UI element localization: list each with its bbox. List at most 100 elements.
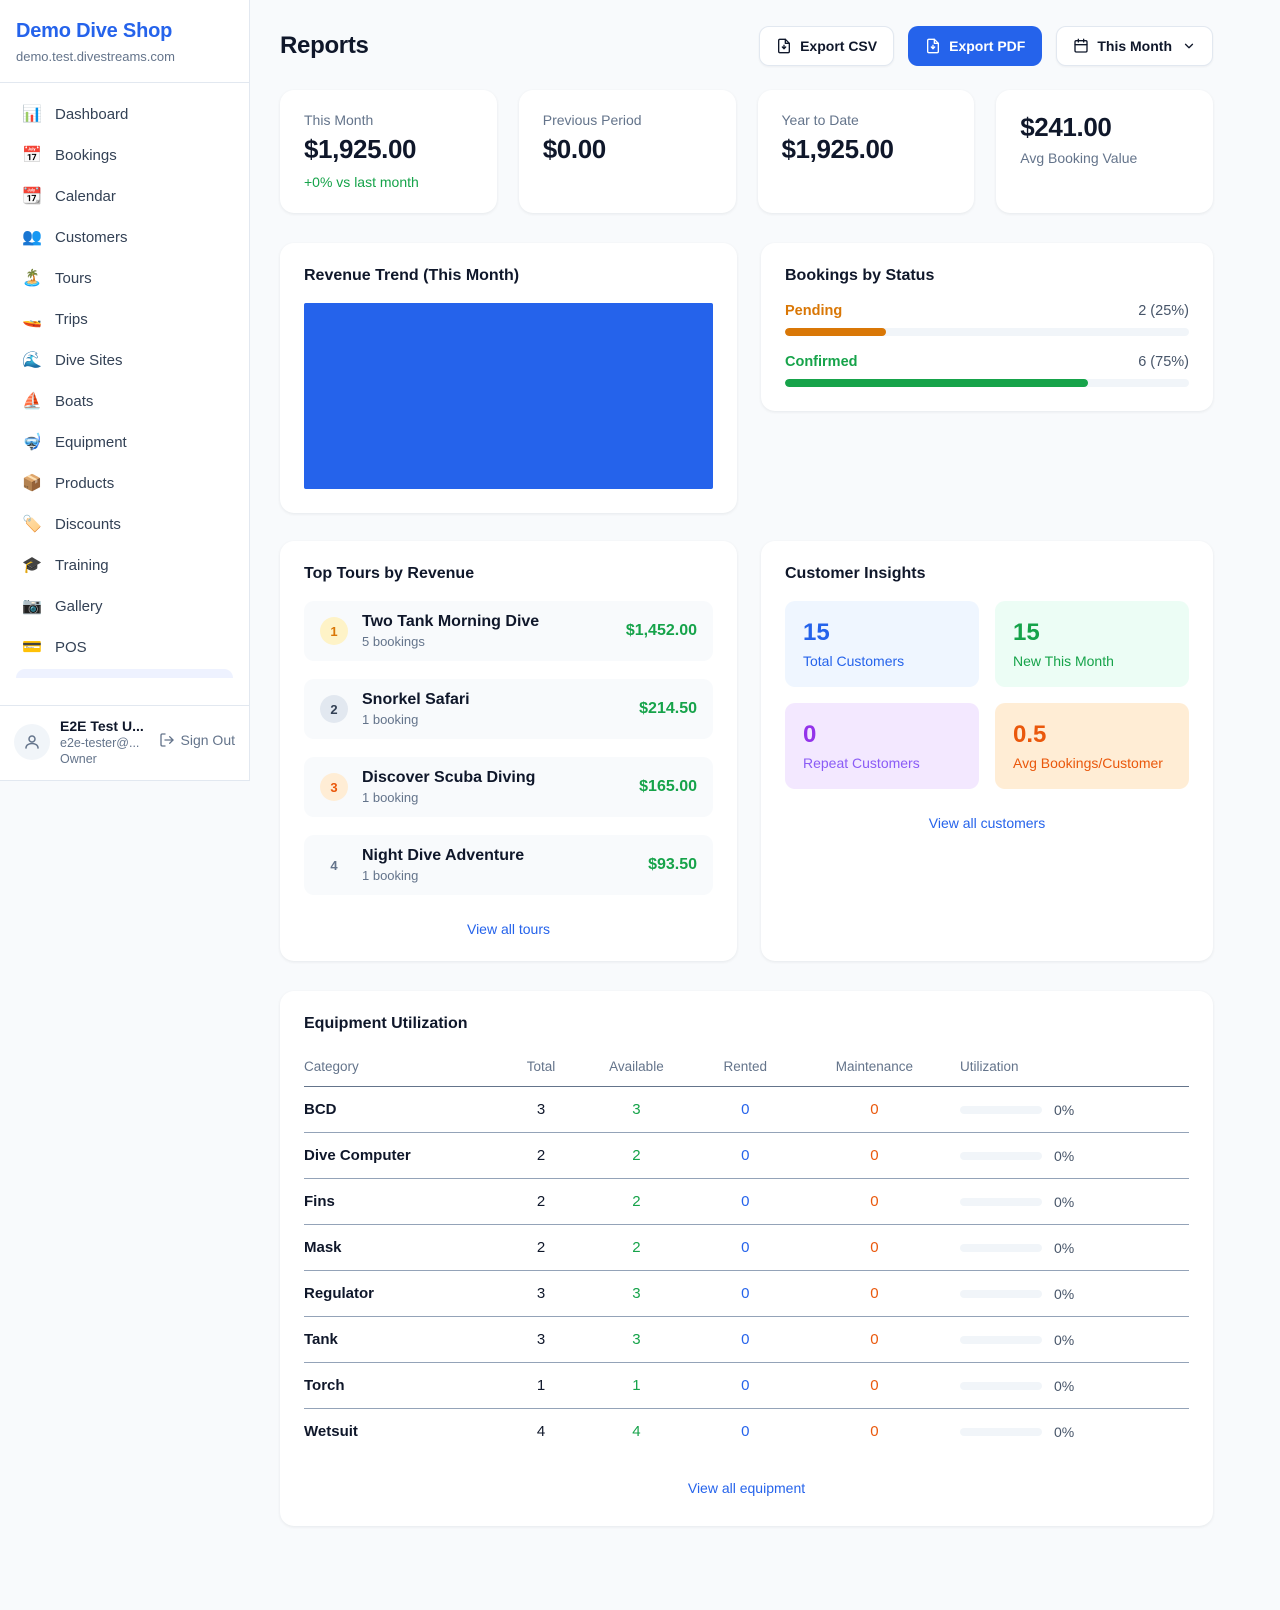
- person-icon: [23, 733, 41, 751]
- col-total: Total: [505, 1049, 577, 1087]
- rank-badge: 4: [320, 851, 348, 879]
- cell-total: 3: [505, 1317, 577, 1363]
- rank-badge: 3: [320, 773, 348, 801]
- tile-value: 15: [803, 619, 961, 647]
- sidebar-item-boats[interactable]: ⛵ Boats: [8, 381, 241, 421]
- utilization-bar: [960, 1336, 1042, 1344]
- view-all-customers-link[interactable]: View all customers: [785, 815, 1189, 831]
- insights-row: Top Tours by Revenue 1 Two Tank Morning …: [280, 541, 1213, 961]
- tile-label: Repeat Customers: [803, 755, 961, 771]
- chevron-down-icon: [1182, 39, 1196, 53]
- cell-rented: 0: [696, 1087, 795, 1133]
- stat-card-previous-period: Previous Period $0.00: [519, 90, 736, 213]
- sidebar-item-gallery[interactable]: 📷 Gallery: [8, 586, 241, 626]
- sidebar-item-calendar[interactable]: 📆 Calendar: [8, 176, 241, 216]
- user-email: e2e-tester@...: [60, 736, 144, 750]
- sidebar-item-equipment[interactable]: 🤿 Equipment: [8, 422, 241, 462]
- table-row: Fins 2 2 0 0 0%: [304, 1179, 1189, 1225]
- table-header-row: Category Total Available Rented Maintena…: [304, 1049, 1189, 1087]
- stat-delta: +0% vs last month: [304, 174, 473, 190]
- customer-insights-title: Customer Insights: [785, 565, 1189, 583]
- revenue-trend-chart: [304, 303, 713, 489]
- cell-rented: 0: [696, 1133, 795, 1179]
- tour-amount: $165.00: [639, 778, 697, 796]
- speedboat-icon: 🚤: [22, 309, 42, 329]
- tour-bookings: 1 booking: [362, 868, 524, 883]
- export-csv-button[interactable]: Export CSV: [759, 26, 894, 66]
- status-count: 6 (75%): [1138, 354, 1189, 370]
- sidebar-item-bookings[interactable]: 📅 Bookings: [8, 135, 241, 175]
- tile-label: Total Customers: [803, 653, 961, 669]
- cell-rented: 0: [696, 1271, 795, 1317]
- sidebar-item-training[interactable]: 🎓 Training: [8, 545, 241, 585]
- tour-name: Night Dive Adventure: [362, 847, 524, 865]
- cell-category: Torch: [304, 1363, 505, 1409]
- tile-total-customers: 15 Total Customers: [785, 601, 979, 687]
- cell-category: Tank: [304, 1317, 505, 1363]
- tile-value: 15: [1013, 619, 1171, 647]
- cell-available: 3: [577, 1087, 696, 1133]
- cell-rented: 0: [696, 1225, 795, 1271]
- stats-row: This Month $1,925.00 +0% vs last month P…: [280, 90, 1213, 213]
- tile-repeat-customers: 0 Repeat Customers: [785, 703, 979, 789]
- cell-available: 2: [577, 1225, 696, 1271]
- cell-maintenance: 0: [795, 1363, 954, 1409]
- sidebar-item-trips[interactable]: 🚤 Trips: [8, 299, 241, 339]
- view-all-equipment-link[interactable]: View all equipment: [304, 1480, 1189, 1496]
- main-content: Reports Export CSV Export PDF This Month…: [250, 0, 1280, 1566]
- sidebar-item-products[interactable]: 📦 Products: [8, 463, 241, 503]
- sidebar-user-footer: E2E Test U... e2e-tester@... Owner Sign …: [0, 705, 249, 780]
- utilization-percent: 0%: [1054, 1378, 1074, 1394]
- sidebar-item-label: Customers: [55, 229, 128, 246]
- sign-out-button[interactable]: Sign Out: [159, 732, 235, 748]
- rank-badge: 2: [320, 695, 348, 723]
- table-row: Tank 3 3 0 0 0%: [304, 1317, 1189, 1363]
- avatar: [14, 724, 50, 760]
- sidebar-item-dive-sites[interactable]: 🌊 Dive Sites: [8, 340, 241, 380]
- tour-amount: $93.50: [648, 856, 697, 874]
- top-tours-title: Top Tours by Revenue: [304, 565, 713, 583]
- sailboat-icon: ⛵: [22, 391, 42, 411]
- cell-rented: 0: [696, 1409, 795, 1455]
- utilization-percent: 0%: [1054, 1332, 1074, 1348]
- utilization-bar: [960, 1152, 1042, 1160]
- sidebar-item-label: Equipment: [55, 434, 127, 451]
- sidebar-item-customers[interactable]: 👥 Customers: [8, 217, 241, 257]
- sidebar-item-reports-partial[interactable]: [16, 669, 233, 678]
- tour-amount: $214.50: [639, 700, 697, 718]
- sidebar-item-label: POS: [55, 639, 87, 656]
- tile-label: New This Month: [1013, 653, 1171, 669]
- camera-icon: 📷: [22, 596, 42, 616]
- bookings-by-status-title: Bookings by Status: [785, 267, 1189, 285]
- cell-available: 2: [577, 1133, 696, 1179]
- utilization-bar: [960, 1198, 1042, 1206]
- tour-amount: $1,452.00: [626, 622, 697, 640]
- cell-available: 2: [577, 1179, 696, 1225]
- equipment-utilization-card: Equipment Utilization Category Total Ava…: [280, 991, 1213, 1526]
- file-download-icon: [925, 38, 941, 54]
- sidebar-item-pos[interactable]: 💳 POS: [8, 627, 241, 667]
- calendar-icon: 📆: [22, 186, 42, 206]
- status-bar-fill: [785, 379, 1088, 387]
- cell-available: 1: [577, 1363, 696, 1409]
- tour-name: Snorkel Safari: [362, 691, 470, 709]
- sidebar-item-dashboard[interactable]: 📊 Dashboard: [8, 94, 241, 134]
- sidebar-item-label: Bookings: [55, 147, 117, 164]
- cell-category: Wetsuit: [304, 1409, 505, 1455]
- sidebar-item-discounts[interactable]: 🏷️ Discounts: [8, 504, 241, 544]
- period-dropdown[interactable]: This Month: [1056, 26, 1213, 66]
- equipment-table: Category Total Available Rented Maintena…: [304, 1049, 1189, 1454]
- sidebar-item-tours[interactable]: 🏝️ Tours: [8, 258, 241, 298]
- stat-card-avg-booking-value: $241.00 Avg Booking Value: [996, 90, 1213, 213]
- stat-value: $241.00: [1020, 112, 1189, 143]
- stat-label: Previous Period: [543, 112, 712, 128]
- cell-category: Mask: [304, 1225, 505, 1271]
- utilization-bar: [960, 1382, 1042, 1390]
- utilization-percent: 0%: [1054, 1424, 1074, 1440]
- export-pdf-button[interactable]: Export PDF: [908, 26, 1042, 66]
- utilization-percent: 0%: [1054, 1148, 1074, 1164]
- view-all-tours-link[interactable]: View all tours: [304, 921, 713, 937]
- export-pdf-label: Export PDF: [949, 38, 1025, 54]
- shop-domain: demo.test.divestreams.com: [16, 49, 233, 64]
- customer-insights-card: Customer Insights 15 Total Customers 15 …: [761, 541, 1213, 961]
